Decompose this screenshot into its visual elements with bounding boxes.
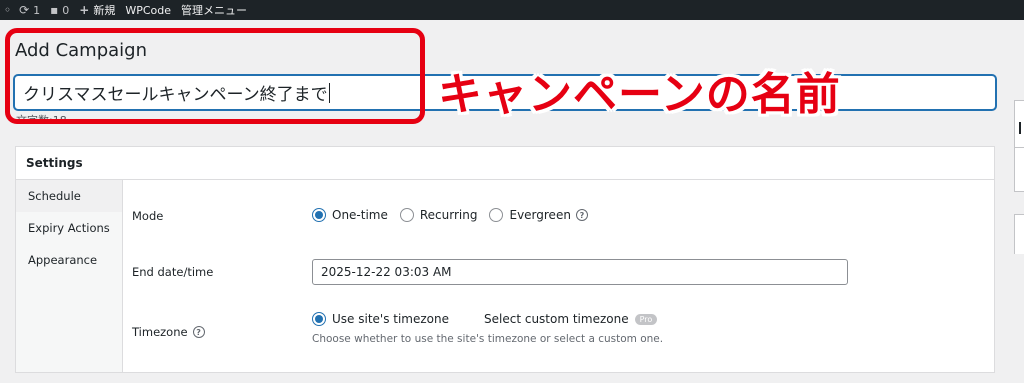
mode-option-recurring[interactable]: Recurring	[399, 208, 478, 222]
timezone-radio-group: Use site's timezone Select custom timezo…	[312, 312, 669, 326]
admin-bar-menu[interactable]: 管理メニュー	[181, 0, 247, 20]
timezone-custom-label: Select custom timezone	[484, 312, 629, 326]
new-label: 新規	[93, 4, 116, 17]
tab-expiry-actions[interactable]: Expiry Actions	[16, 212, 122, 244]
mode-option-label: One-time	[332, 208, 388, 222]
side-panel-fragment-2	[1014, 214, 1024, 254]
timezone-site-label: Use site's timezone	[332, 312, 450, 326]
admin-bar-updates[interactable]: ◦ ⟳ 1	[4, 0, 40, 20]
updates-count: 1	[33, 3, 41, 17]
admin-bar-new[interactable]: + 新規	[79, 0, 115, 20]
mode-label: Mode	[132, 209, 164, 223]
admin-bar-wpcode[interactable]: WPCode	[125, 0, 171, 20]
comments-count: 0	[62, 3, 70, 17]
plus-icon: +	[79, 3, 90, 17]
admin-bar: ◦ ⟳ 1 ▪ 0 + 新規 WPCode 管理メニュー	[0, 0, 1024, 20]
timezone-option-custom[interactable]: Select custom timezone Pro	[484, 312, 658, 326]
timezone-label: Timezone	[132, 325, 188, 339]
end-datetime-input[interactable]: 2025-12-22 03:03 AM	[312, 259, 848, 285]
settings-tabs: Schedule Expiry Actions Appearance	[16, 180, 123, 372]
tab-appearance[interactable]: Appearance	[16, 244, 122, 276]
mode-option-one-time[interactable]: One-time	[312, 208, 388, 222]
radio-evergreen[interactable]	[489, 208, 504, 222]
mode-option-label: Recurring	[419, 208, 478, 222]
annotation-highlight-box	[5, 28, 425, 124]
refresh-icon: ⟳	[19, 3, 30, 17]
help-icon[interactable]: ?	[575, 209, 588, 221]
radio-recurring[interactable]	[399, 208, 414, 222]
comment-icon: ▪	[50, 3, 59, 17]
timezone-description: Choose whether to use the site's timezon…	[312, 333, 664, 345]
radio-one-time[interactable]	[312, 208, 326, 222]
admin-menu-label: 管理メニュー	[181, 4, 248, 17]
settings-panel: Settings Schedule Expiry Actions Appeara…	[15, 146, 995, 373]
side-panel-fragment	[1014, 100, 1024, 192]
wpcode-label: WPCode	[125, 3, 172, 17]
timezone-label-row: Timezone ?	[132, 325, 205, 339]
help-icon[interactable]: ?	[192, 326, 205, 338]
mode-option-evergreen[interactable]: Evergreen ?	[489, 208, 588, 222]
mode-radio-group: One-time Recurring Evergreen ?	[312, 208, 588, 222]
pro-badge: Pro	[634, 313, 658, 325]
timezone-option-site[interactable]: Use site's timezone	[312, 312, 449, 326]
settings-heading: Settings	[16, 147, 994, 180]
radio-site-timezone[interactable]	[312, 312, 326, 326]
mode-option-label: Evergreen	[509, 208, 571, 222]
tab-schedule[interactable]: Schedule	[16, 180, 122, 212]
end-datetime-label: End date/time	[132, 265, 214, 279]
annotation-label: キャンペーンの名前	[438, 69, 841, 120]
admin-bar-comments[interactable]: ▪ 0	[50, 0, 69, 20]
wp-logo-icon: ◦	[4, 3, 12, 17]
